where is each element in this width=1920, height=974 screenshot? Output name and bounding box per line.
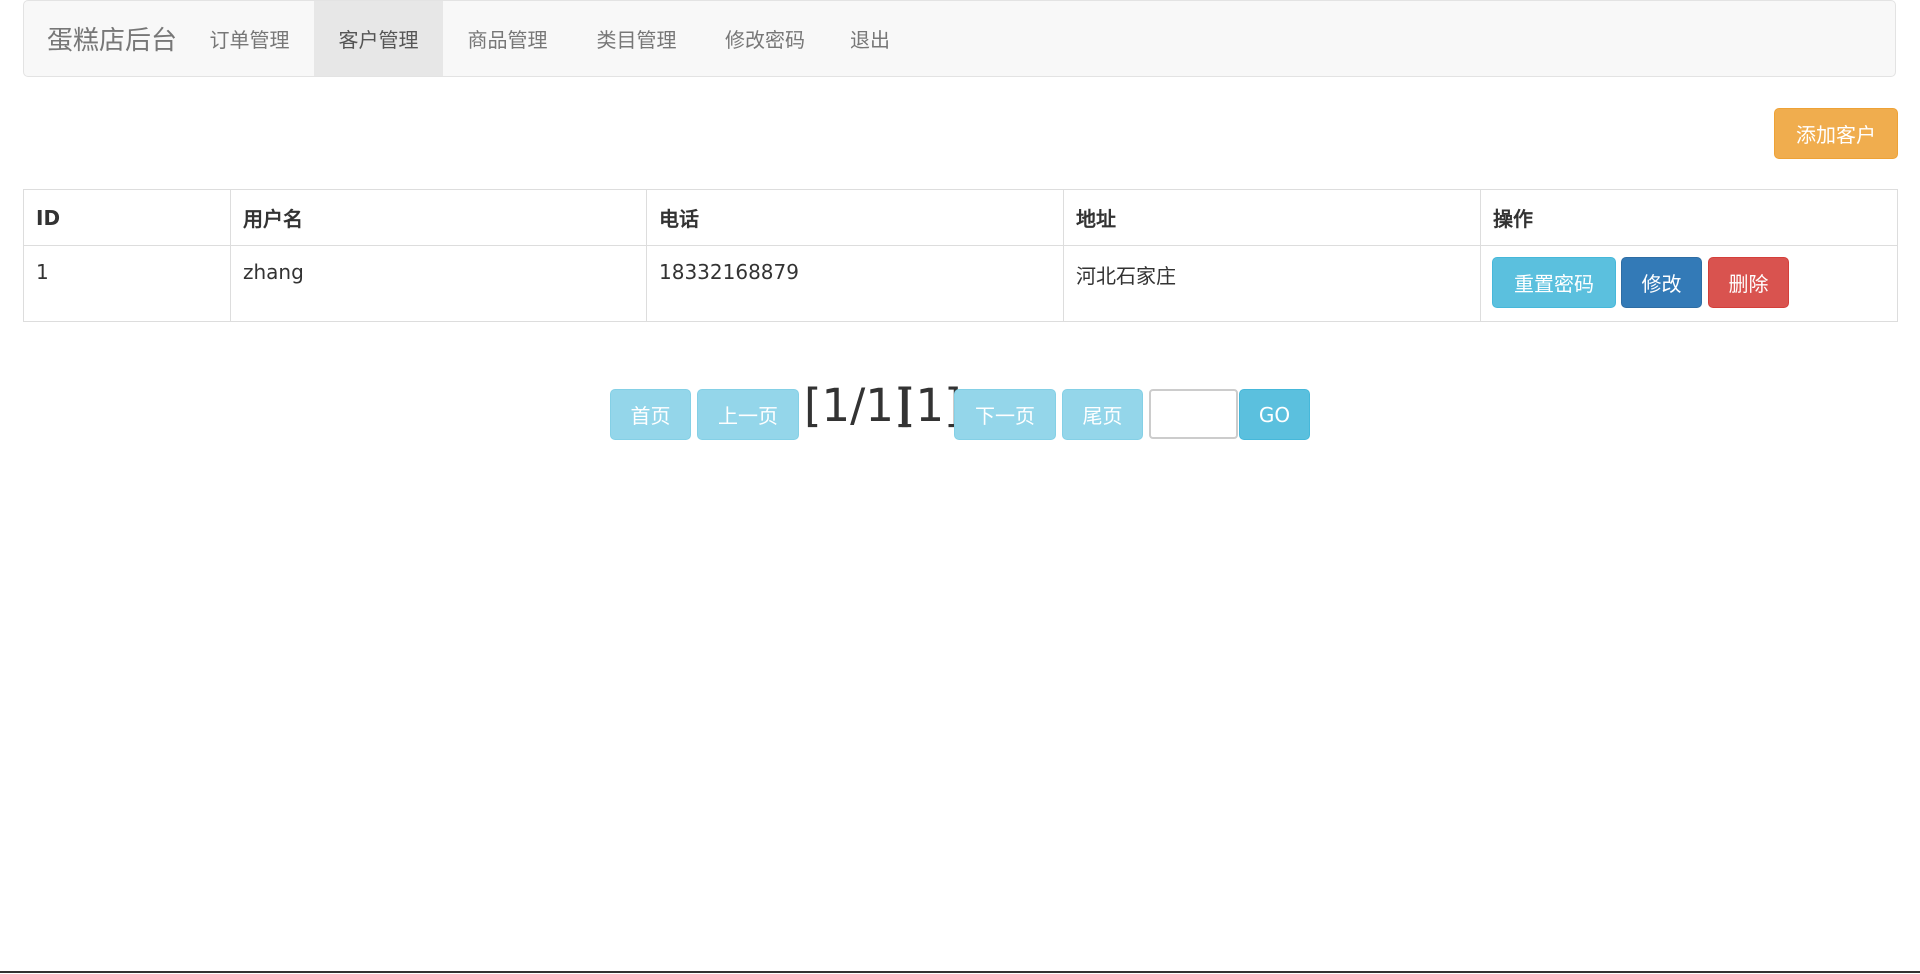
nav-item-products[interactable]: 商品管理 [443,1,572,76]
first-page-button[interactable]: 首页 [610,389,691,440]
nav-item-categories[interactable]: 类目管理 [572,1,701,76]
nav-item-change-password[interactable]: 修改密码 [701,1,829,76]
add-customer-button[interactable]: 添加客户 [1774,108,1898,159]
delete-button[interactable]: 删除 [1708,257,1789,308]
prev-page-button[interactable]: 上一页 [697,389,799,440]
customer-table: ID 用户名 电话 地址 操作 1 zhang 18332168879 河北石家… [23,189,1898,322]
table-row: 1 zhang 18332168879 河北石家庄 [23,245,1898,322]
cell-username: zhang [230,245,647,322]
table-header-row: ID 用户名 电话 地址 操作 [23,189,1898,246]
column-header-address: 地址 [1063,189,1481,246]
column-header-phone: 电话 [646,189,1064,246]
column-header-actions: 操作 [1480,189,1898,246]
cell-phone: 18332168879 [646,245,1064,322]
brand-title[interactable]: 蛋糕店后台 [24,1,185,76]
cell-address: 河北石家庄 [1063,245,1481,322]
current-page-link[interactable]: [1] [898,381,962,431]
page-jump-input[interactable] [1149,389,1238,439]
go-button[interactable]: GO [1239,389,1310,440]
page-info: [1/1] [804,379,912,432]
page-bottom-divider [0,971,1920,973]
reset-password-button[interactable]: 重置密码 [1492,257,1616,308]
last-page-button[interactable]: 尾页 [1062,389,1143,440]
column-header-id: ID [23,189,231,246]
edit-button[interactable]: 修改 [1621,257,1702,308]
nav-item-logout[interactable]: 退出 [829,1,911,76]
top-navbar: 蛋糕店后台 订单管理 客户管理 商品管理 类目管理 修改密码 退出 [23,0,1896,77]
column-header-username: 用户名 [230,189,647,246]
nav-item-customers[interactable]: 客户管理 [314,1,443,76]
next-page-button[interactable]: 下一页 [954,389,1056,440]
nav-item-orders[interactable]: 订单管理 [185,1,314,76]
cell-id: 1 [23,245,231,322]
